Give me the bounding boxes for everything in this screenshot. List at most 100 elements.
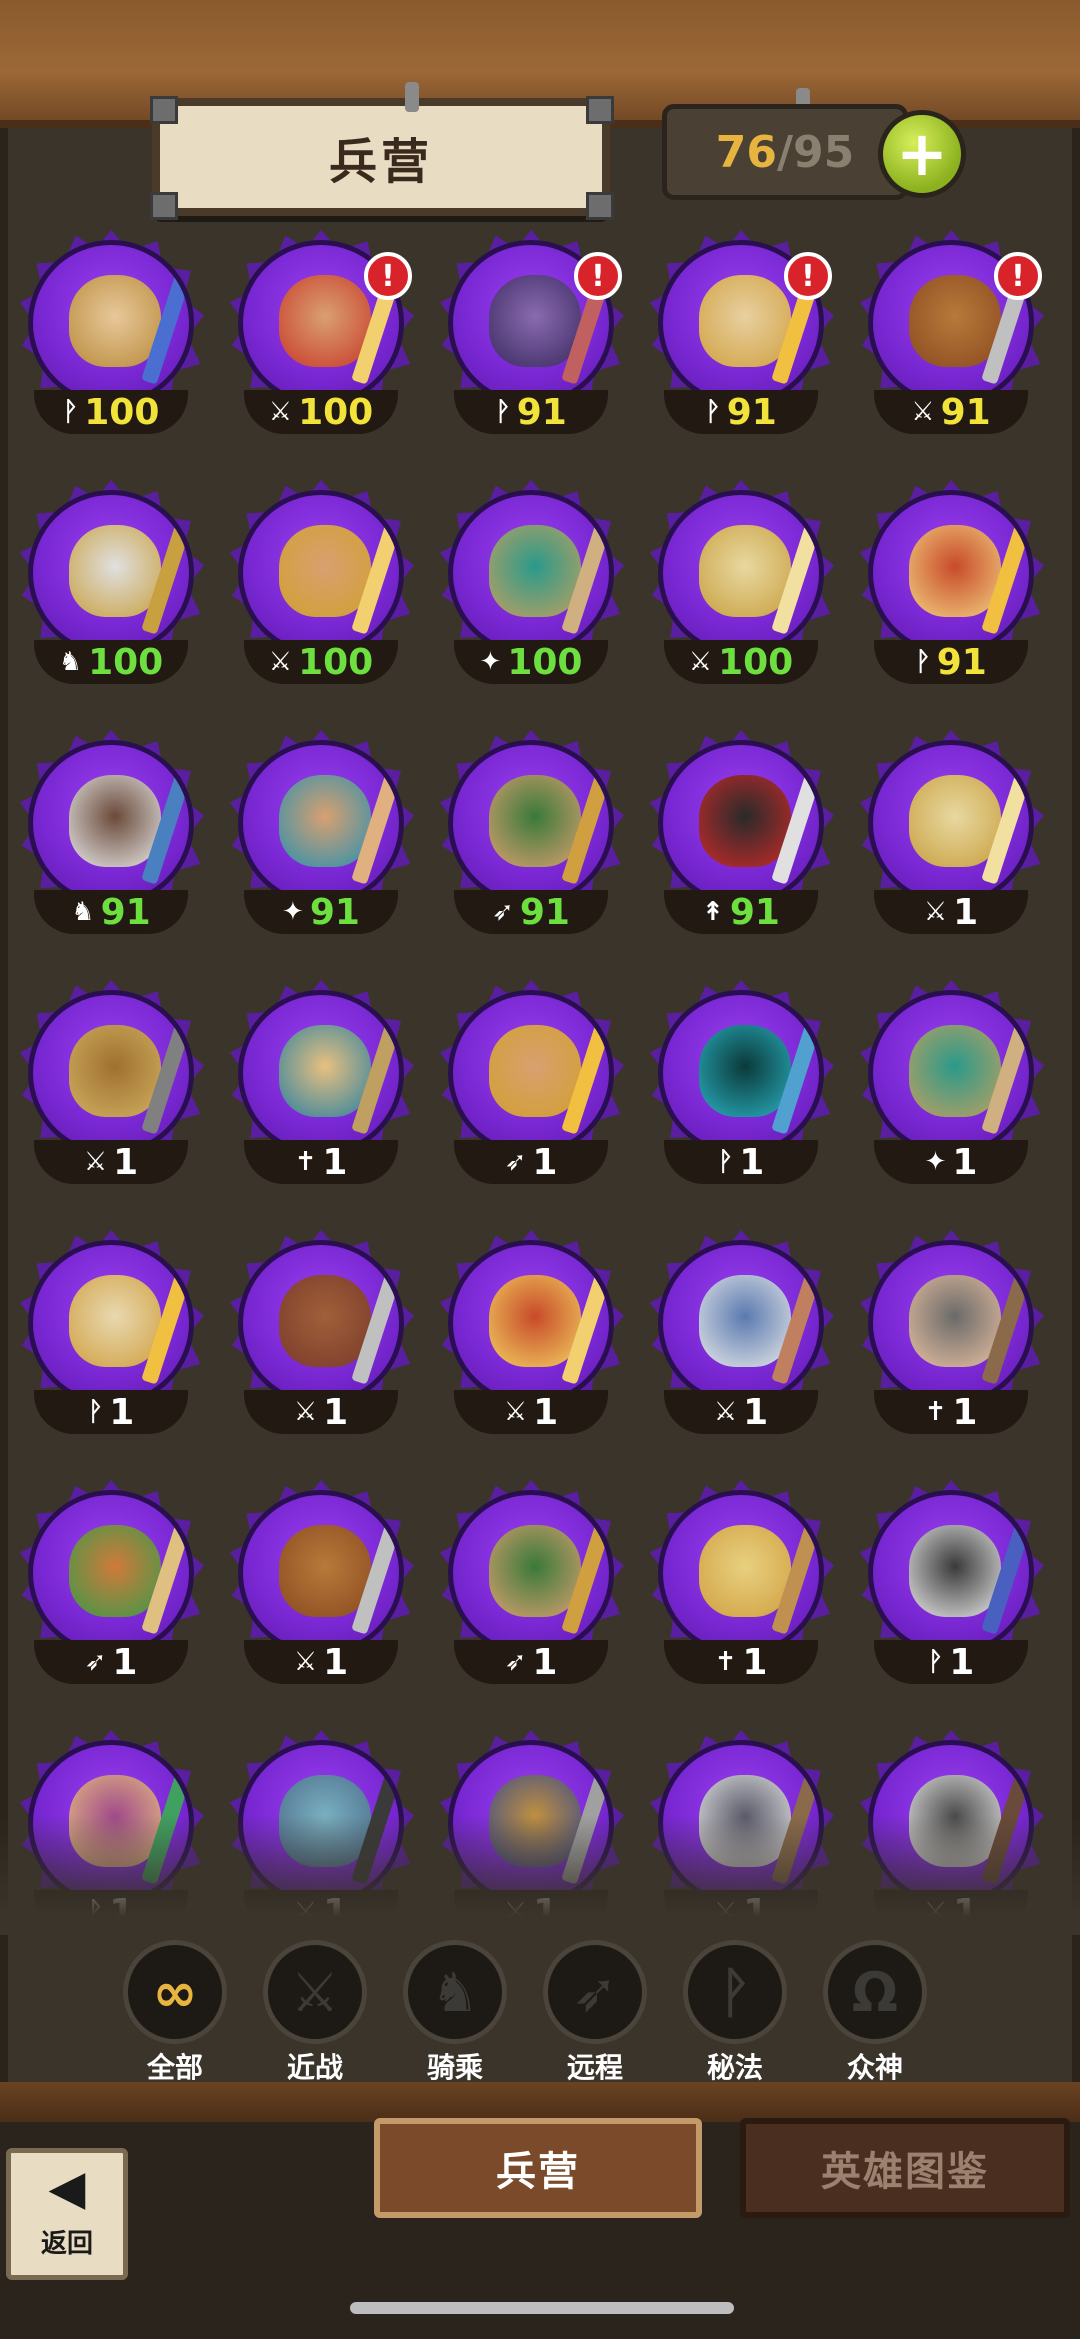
- hero-card[interactable]: ᚹ1: [852, 1480, 1048, 1692]
- hero-portrait: [448, 490, 614, 656]
- hero-card[interactable]: ᚹ 91: [852, 480, 1048, 692]
- hero-card[interactable]: ♞ 91: [12, 730, 208, 942]
- hero-level: 1: [949, 1641, 975, 1683]
- hero-face: [69, 1525, 161, 1617]
- hero-level: 1: [109, 1391, 135, 1433]
- hero-card[interactable]: ⚔ 100: [642, 480, 838, 692]
- hero-level: 100: [507, 641, 583, 683]
- hero-card[interactable]: ➶ 1: [12, 1480, 208, 1692]
- class-icon: ➶: [492, 897, 514, 927]
- hero-card[interactable]: ✝ 1: [222, 980, 418, 1192]
- hero-portrait: [28, 1240, 194, 1406]
- hero-level-bar: ᚹ 91: [664, 390, 818, 434]
- class-icon: ✝: [924, 1397, 947, 1427]
- hero-portrait: [658, 490, 824, 656]
- plate-corner: [586, 96, 614, 124]
- hero-card[interactable]: ➶ 91: [432, 730, 628, 942]
- class-icon: ✝: [294, 1147, 317, 1177]
- alert-badge-icon: !: [784, 252, 832, 300]
- hero-card[interactable]: ✝ 1: [642, 1480, 838, 1692]
- hero-count: 76 / 95: [662, 104, 908, 200]
- hero-portrait: [28, 1490, 194, 1656]
- hero-card[interactable]: ⚔ 100!: [222, 230, 418, 442]
- hero-level: 91: [516, 391, 567, 433]
- filter-button[interactable]: ➶ 远程: [540, 1940, 650, 2084]
- hero-level: 1: [113, 1141, 139, 1183]
- hero-card[interactable]: ✦ 100: [432, 480, 628, 692]
- hero-portrait: [448, 1240, 614, 1406]
- hero-card[interactable]: ᚹ1: [642, 980, 838, 1192]
- hero-level-bar: ➶ 91: [454, 890, 608, 934]
- hero-face: [699, 275, 791, 367]
- hero-face: [69, 1025, 161, 1117]
- filter-button[interactable]: ⚔ 近战: [260, 1940, 370, 2084]
- add-capacity-button[interactable]: +: [878, 110, 966, 198]
- hero-portrait: [238, 740, 404, 906]
- hero-card[interactable]: ↟ 91: [642, 730, 838, 942]
- hero-card[interactable]: ➶ 1: [432, 1480, 628, 1692]
- hero-level: 1: [532, 1641, 558, 1683]
- hero-level-bar: ♞ 91: [34, 890, 188, 934]
- hero-card[interactable]: ✦ 91: [222, 730, 418, 942]
- hero-card[interactable]: ⚔ 91!: [852, 230, 1048, 442]
- hero-card[interactable]: ♞ 100: [12, 480, 208, 692]
- hero-level-bar: ↟ 91: [664, 890, 818, 934]
- filter-label: 骑乘: [426, 2051, 483, 2084]
- hero-level: 91: [726, 391, 777, 433]
- hero-card[interactable]: ⚔ 100: [222, 480, 418, 692]
- filter-button[interactable]: ᚹ 秘法: [680, 1940, 790, 2084]
- hero-level: 1: [322, 1141, 348, 1183]
- tab-barracks[interactable]: 兵营: [374, 2118, 702, 2218]
- hero-level: 100: [718, 641, 794, 683]
- hero-portrait: [658, 1490, 824, 1656]
- hero-level: 1: [952, 1141, 978, 1183]
- back-button[interactable]: ◀ 返回: [6, 2148, 128, 2280]
- hero-card[interactable]: ✝ 1: [852, 1230, 1048, 1442]
- tab-hero-codex[interactable]: 英雄图鉴: [740, 2118, 1070, 2218]
- home-indicator[interactable]: [350, 2302, 734, 2314]
- class-icon: ✦: [282, 897, 304, 927]
- hero-card[interactable]: ⚔1: [432, 1230, 628, 1442]
- hero-level: 91: [309, 891, 360, 933]
- filter-button[interactable]: Ω 众神: [820, 1940, 930, 2084]
- hero-portrait: [238, 1240, 404, 1406]
- hero-card[interactable]: ⚔1: [222, 1230, 418, 1442]
- filter-button[interactable]: ♞ 骑乘: [400, 1940, 510, 2084]
- hero-card[interactable]: ⚔1: [222, 1480, 418, 1692]
- hero-card[interactable]: ᚹ1: [12, 1230, 208, 1442]
- hero-card[interactable]: ✦ 1: [852, 980, 1048, 1192]
- class-icon: ⚔: [688, 647, 713, 677]
- hero-face: [489, 1525, 581, 1617]
- hero-face: [69, 775, 161, 867]
- class-icon: ᚹ: [717, 1147, 734, 1177]
- class-icon: ⚔: [83, 1147, 108, 1177]
- hero-card[interactable]: ➶ 1: [432, 980, 628, 1192]
- hero-portrait: [28, 490, 194, 656]
- hero-level-bar: ⚔ 100: [244, 640, 398, 684]
- hero-level: 1: [323, 1391, 349, 1433]
- hero-level-bar: ᚹ 91: [454, 390, 608, 434]
- hero-portrait: [868, 1240, 1034, 1406]
- hero-card[interactable]: ⚔1: [12, 980, 208, 1192]
- hero-level: 1: [533, 1391, 559, 1433]
- filter-button[interactable]: ∞ 全部: [120, 1940, 230, 2084]
- hero-level-bar: ♞ 100: [34, 640, 188, 684]
- hero-level-bar: ➶ 1: [454, 1140, 608, 1184]
- hero-portrait: [448, 1490, 614, 1656]
- hero-face: [699, 1025, 791, 1117]
- class-icon: ♞: [58, 647, 83, 677]
- hero-level-bar: ⚔ 91: [874, 390, 1028, 434]
- hero-card[interactable]: ᚹ 91!: [642, 230, 838, 442]
- hero-card[interactable]: ᚹ 91!: [432, 230, 628, 442]
- class-icon: ᚹ: [927, 1647, 944, 1677]
- class-icon: ✦: [479, 647, 502, 677]
- hero-card[interactable]: ⚔1: [852, 730, 1048, 942]
- hero-face: [909, 1025, 1001, 1117]
- class-icon: ⚔: [911, 397, 935, 427]
- hero-level-bar: ⚔ 100: [244, 390, 398, 434]
- hero-card[interactable]: ⚔1: [642, 1230, 838, 1442]
- plate-corner: [586, 192, 614, 220]
- hero-card[interactable]: ᚹ 100: [12, 230, 208, 442]
- class-icon: ↟: [702, 897, 724, 927]
- hero-count-max: 95: [793, 126, 855, 178]
